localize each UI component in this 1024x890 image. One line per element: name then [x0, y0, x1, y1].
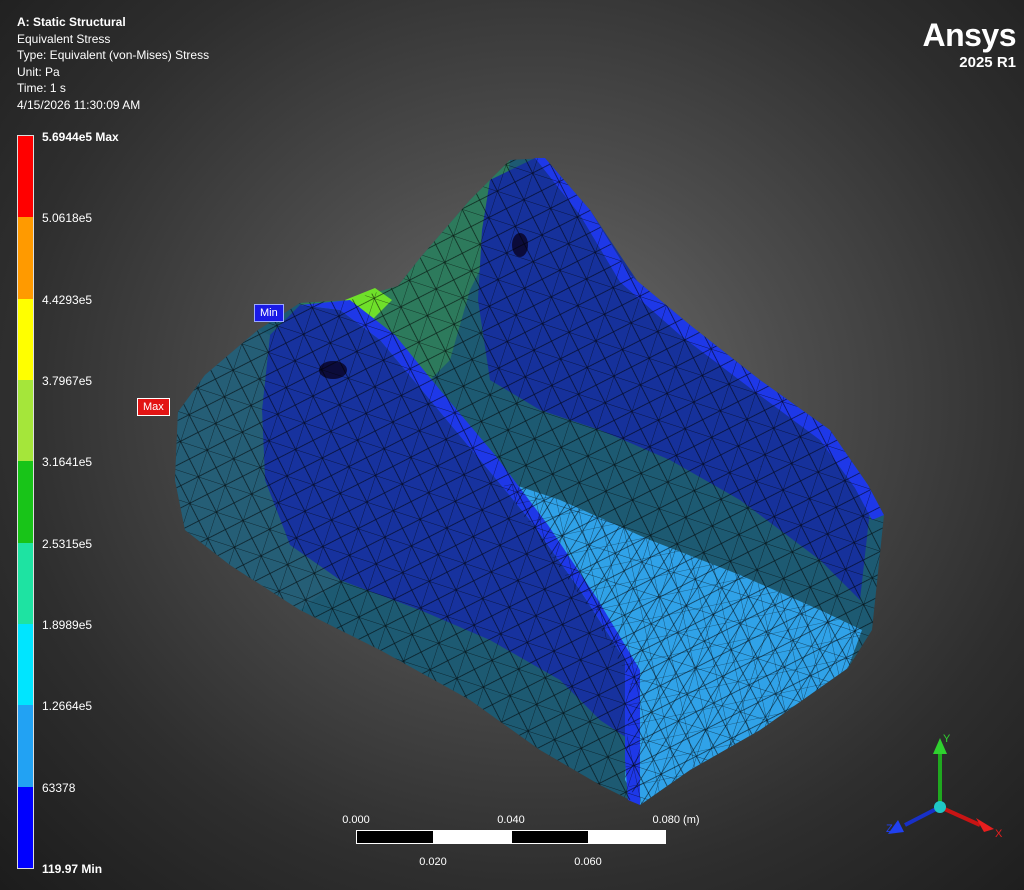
- result-type: Type: Equivalent (von-Mises) Stress: [17, 48, 210, 62]
- ansys-logo: Ansys 2025 R1: [922, 18, 1016, 72]
- result-timestamp: 4/15/2026 11:30:09 AM: [17, 97, 141, 112]
- legend-color-band: [18, 298, 33, 380]
- triad-origin: [934, 801, 946, 813]
- scale-segment: [511, 830, 589, 844]
- legend-tick-label: 5.6944e5 Max: [42, 130, 119, 144]
- legend-color-band: [18, 379, 33, 462]
- brand-version: 2025 R1: [959, 54, 1016, 71]
- result-unit: Unit: Pa: [17, 64, 60, 79]
- analysis-title: A: Static Structural: [17, 15, 126, 29]
- max-probe-label[interactable]: Max: [137, 398, 170, 416]
- min-probe-label[interactable]: Min: [254, 304, 284, 322]
- bracket-part[interactable]: [175, 158, 884, 805]
- scale-segment: [588, 830, 666, 844]
- brand-name: Ansys: [922, 17, 1016, 53]
- legend-color-band: [18, 217, 33, 299]
- legend-color-band: [18, 461, 33, 543]
- legend-color-band: [18, 705, 33, 787]
- axis-triad[interactable]: Y X Z: [880, 730, 1010, 850]
- x-axis-label: X: [995, 828, 1003, 840]
- legend-tick-label: 5.0618e5: [42, 211, 93, 226]
- y-axis-label: Y: [943, 733, 951, 745]
- scale-label: 0.020: [419, 856, 447, 868]
- legend-tick-label: 63378: [42, 780, 76, 795]
- result-name: Equivalent Stress: [17, 31, 111, 46]
- result-time: Time: 1 s: [17, 81, 66, 95]
- z-axis-label: Z: [886, 823, 893, 835]
- legend-tick-label: 3.1641e5: [42, 455, 93, 470]
- scale-segment: [433, 830, 511, 844]
- result-info: A: Static Structural Equivalent Stress T…: [17, 14, 209, 113]
- scale-label: 0.080 (m): [652, 814, 700, 826]
- legend-tick-label: 4.4293e5: [42, 292, 93, 307]
- legend-tick-label: 2.5315e5: [42, 536, 93, 551]
- legend-color-band: [18, 136, 33, 218]
- legend-color-band: [18, 623, 33, 706]
- scale-bar: [356, 830, 666, 844]
- legend-tick-label: 3.7967e5: [42, 373, 93, 388]
- color-legend-bar[interactable]: [17, 135, 34, 869]
- legend-tick-label: 119.97 Min: [42, 861, 103, 876]
- x-axis-arrow: [939, 805, 981, 827]
- model-viewport[interactable]: [0, 0, 1024, 890]
- scale-label: 0.060: [574, 856, 602, 868]
- legend-tick-label: 1.2664e5: [42, 699, 93, 714]
- scale-label: 0.000: [342, 814, 370, 826]
- legend-color-band: [18, 542, 33, 624]
- scale-label: 0.040: [497, 814, 525, 826]
- legend-color-band: [18, 786, 33, 868]
- legend-tick-label: 1.8989e5: [42, 617, 93, 632]
- scale-segment: [356, 830, 434, 844]
